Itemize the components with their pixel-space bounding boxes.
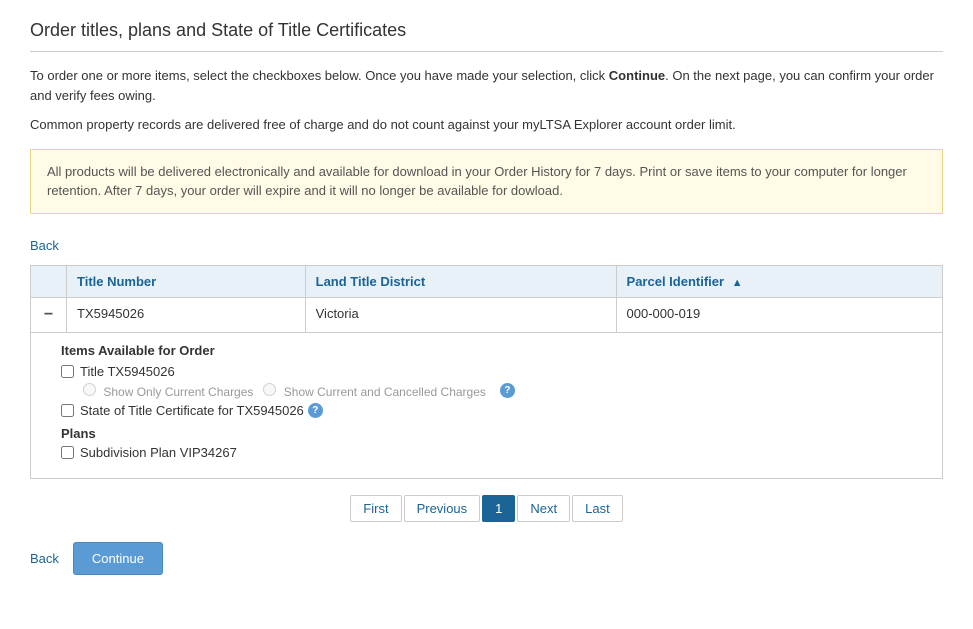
description-line2: Common property records are delivered fr… bbox=[30, 115, 943, 135]
items-available-row: Items Available for Order Title TX594502… bbox=[31, 332, 943, 478]
checkbox-title-input[interactable] bbox=[61, 365, 74, 378]
pagination-next[interactable]: Next bbox=[517, 495, 570, 522]
checkbox-title: Title TX5945026 bbox=[61, 364, 922, 379]
pagination-previous[interactable]: Previous bbox=[404, 495, 481, 522]
col-title-number[interactable]: Title Number bbox=[67, 265, 306, 297]
collapse-icon[interactable]: − bbox=[44, 306, 53, 324]
charges-help-icon[interactable]: ? bbox=[500, 383, 515, 398]
description-text1: To order one or more items, select the c… bbox=[30, 68, 609, 83]
items-available-heading: Items Available for Order bbox=[61, 343, 922, 358]
col-parcel-identifier-label: Parcel Identifier bbox=[627, 274, 725, 289]
col-title-number-label: Title Number bbox=[77, 274, 156, 289]
items-available-cell: Items Available for Order Title TX594502… bbox=[31, 332, 943, 478]
title-number-cell: TX5945026 bbox=[67, 297, 306, 332]
checkbox-state-title-label: State of Title Certificate for TX5945026 bbox=[80, 403, 304, 418]
checkbox-state-title: State of Title Certificate for TX5945026… bbox=[61, 403, 922, 418]
state-title-help-icon[interactable]: ? bbox=[308, 403, 323, 418]
parcel-identifier-value: 000-000-019 bbox=[627, 306, 701, 321]
continue-button[interactable]: Continue bbox=[73, 542, 163, 575]
notice-text: All products will be delivered electroni… bbox=[47, 164, 907, 199]
radio-current-cancelled[interactable] bbox=[263, 383, 276, 396]
back-link-bottom[interactable]: Back bbox=[30, 551, 59, 566]
pagination-first[interactable]: First bbox=[350, 495, 401, 522]
checkbox-subdivision-plan: Subdivision Plan VIP34267 bbox=[61, 445, 922, 460]
sort-arrow-icon: ▲ bbox=[732, 277, 743, 289]
pagination-bar: First Previous 1 Next Last bbox=[30, 495, 943, 522]
radio-current-cancelled-wrapper: Show Current and Cancelled Charges bbox=[263, 383, 485, 399]
col-land-title-district[interactable]: Land Title District bbox=[305, 265, 616, 297]
title-number-value: TX5945026 bbox=[77, 306, 144, 321]
pagination-last[interactable]: Last bbox=[572, 495, 623, 522]
col-expand bbox=[31, 265, 67, 297]
row-toggle-cell[interactable]: − bbox=[31, 297, 67, 332]
radio-current-cancelled-label: Show Current and Cancelled Charges bbox=[284, 385, 486, 399]
radio-current-only-wrapper: Show Only Current Charges bbox=[83, 383, 253, 399]
footer-actions: Back Continue bbox=[30, 542, 943, 575]
checkbox-subdivision-plan-input[interactable] bbox=[61, 446, 74, 459]
radio-group-charges: Show Only Current Charges Show Current a… bbox=[83, 383, 922, 399]
continue-emphasis: Continue bbox=[609, 68, 665, 83]
checkbox-title-label: Title TX5945026 bbox=[80, 364, 175, 379]
table-row: − TX5945026 Victoria 000-000-019 bbox=[31, 297, 943, 332]
pagination-current[interactable]: 1 bbox=[482, 495, 515, 522]
radio-current-only[interactable] bbox=[83, 383, 96, 396]
radio-current-only-label: Show Only Current Charges bbox=[103, 385, 253, 399]
description-line1: To order one or more items, select the c… bbox=[30, 66, 943, 105]
checkbox-state-title-input[interactable] bbox=[61, 404, 74, 417]
land-title-district-value: Victoria bbox=[316, 306, 359, 321]
page-title: Order titles, plans and State of Title C… bbox=[30, 20, 943, 52]
col-parcel-identifier[interactable]: Parcel Identifier ▲ bbox=[616, 265, 942, 297]
col-land-title-district-label: Land Title District bbox=[316, 274, 426, 289]
results-table: Title Number Land Title District Parcel … bbox=[30, 265, 943, 479]
land-title-district-cell: Victoria bbox=[305, 297, 616, 332]
notice-box: All products will be delivered electroni… bbox=[30, 149, 943, 214]
checkbox-subdivision-plan-label: Subdivision Plan VIP34267 bbox=[80, 445, 237, 460]
plans-heading: Plans bbox=[61, 426, 922, 441]
back-link-top[interactable]: Back bbox=[30, 238, 59, 253]
parcel-identifier-cell: 000-000-019 bbox=[616, 297, 942, 332]
